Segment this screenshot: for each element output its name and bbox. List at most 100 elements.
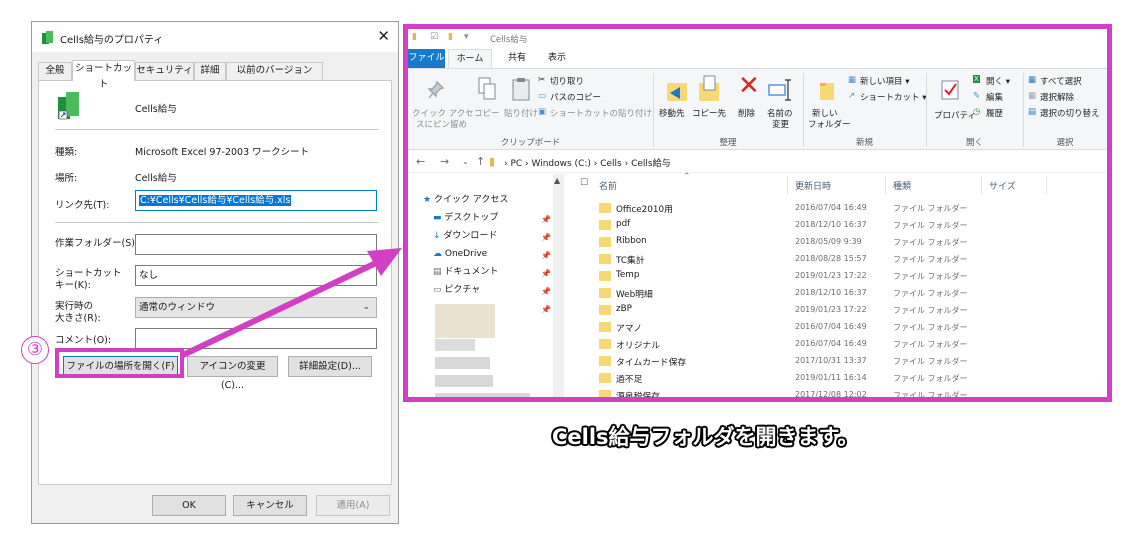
table-row[interactable]: Temp 2019/01/23 17:22 ファイル フォルダー bbox=[573, 268, 1107, 285]
change-icon-button[interactable]: アイコンの変更(C)... bbox=[187, 356, 278, 391]
new-folder-small-icon[interactable]: ▮ bbox=[448, 32, 453, 42]
select-none-button[interactable]: 選択解除 bbox=[1040, 91, 1074, 103]
row-name: タイムカード保存 bbox=[616, 358, 687, 368]
column-name[interactable]: 名前 bbox=[599, 179, 617, 192]
nav-item-quick-access[interactable]: ★ クイック アクセス bbox=[423, 191, 508, 209]
shortcut-button[interactable]: ショートカット ▾ bbox=[860, 91, 926, 103]
table-row[interactable]: タイムカード保存 2017/10/31 13:37 ファイル フォルダー bbox=[573, 353, 1107, 370]
file-list: ☐ 名前 ⌃ 更新日時 種類 サイズ Office2010用 2016/07/04… bbox=[573, 172, 1107, 397]
tab-home[interactable]: ホーム bbox=[448, 49, 492, 68]
nav-item-downloads[interactable]: ↓ ダウンロード bbox=[433, 227, 497, 245]
tab-details[interactable]: 詳細 bbox=[194, 62, 226, 80]
folder-icon bbox=[599, 356, 611, 366]
target-label: リンク先(T): bbox=[55, 200, 110, 211]
forward-arrow-icon[interactable]: → bbox=[440, 155, 449, 168]
table-row[interactable]: アマノ 2016/07/04 16:49 ファイル フォルダー bbox=[573, 319, 1107, 336]
customize-qat-icon[interactable]: ▾ bbox=[464, 32, 469, 42]
cut-button[interactable]: 切り取り bbox=[550, 75, 584, 87]
paste-button[interactable]: 貼り付け bbox=[504, 107, 538, 119]
row-date: 2019/01/23 17:22 bbox=[795, 271, 867, 280]
table-row[interactable]: pdf 2018/12/10 16:37 ファイル フォルダー bbox=[573, 217, 1107, 234]
row-type: ファイル フォルダー bbox=[893, 204, 968, 213]
folder-icon bbox=[599, 254, 611, 264]
tab-view[interactable]: 表示 bbox=[540, 49, 574, 68]
comment-field[interactable] bbox=[135, 328, 377, 349]
column-type[interactable]: 種類 bbox=[893, 179, 911, 192]
breadcrumb-drive[interactable]: Windows (C:) bbox=[532, 159, 591, 169]
tab-general[interactable]: 全般 bbox=[38, 62, 72, 80]
breadcrumb[interactable]: › PC › Windows (C:) › Cells › Cells給与 bbox=[504, 156, 671, 169]
new-folder-label-2[interactable]: フォルダー bbox=[808, 118, 851, 130]
column-size[interactable]: サイズ bbox=[989, 179, 1016, 192]
scroll-up-icon[interactable]: ▲ bbox=[554, 176, 560, 185]
download-icon: ↓ bbox=[433, 231, 441, 241]
pin-quick-access-label-2[interactable]: スにピン留め bbox=[416, 118, 467, 130]
run-size-select[interactable]: 通常のウィンドウ ⌄ bbox=[135, 297, 377, 318]
rename-label-2[interactable]: 変更 bbox=[772, 118, 789, 130]
nav-item-documents[interactable]: ▤ ドキュメント bbox=[433, 263, 498, 281]
copy-to-icon bbox=[699, 75, 719, 101]
table-row[interactable]: zBP 2019/01/23 17:22 ファイル フォルダー bbox=[573, 302, 1107, 319]
picture-icon: ▭ bbox=[433, 285, 442, 295]
paste-shortcut-button[interactable]: ショートカットの貼り付け bbox=[550, 107, 652, 119]
breadcrumb-pc[interactable]: PC bbox=[510, 159, 522, 169]
tab-previous-versions[interactable]: 以前のバージョン bbox=[226, 62, 323, 80]
tab-shortcut[interactable]: ショートカット bbox=[72, 60, 135, 90]
apply-button[interactable]: 適用(A) bbox=[316, 495, 390, 516]
tab-share[interactable]: 共有 bbox=[500, 49, 534, 68]
excel-icon: X bbox=[973, 75, 980, 83]
column-divider bbox=[1046, 176, 1047, 194]
select-all-button[interactable]: すべて選択 bbox=[1040, 75, 1082, 87]
close-icon[interactable]: ✕ bbox=[377, 27, 390, 45]
edit-button[interactable]: 編集 bbox=[986, 91, 1003, 103]
copy-button[interactable]: コピー bbox=[474, 107, 500, 119]
breadcrumb-cells[interactable]: Cells bbox=[600, 159, 622, 169]
dialog-title: Cells給与のプロパティ bbox=[60, 35, 164, 46]
table-row[interactable]: オリジナル 2016/07/04 16:49 ファイル フォルダー bbox=[573, 336, 1107, 353]
nav-label: ダウンロード bbox=[443, 231, 498, 241]
workdir-field[interactable] bbox=[135, 234, 377, 255]
shortcut-key-field[interactable]: なし bbox=[135, 265, 377, 286]
target-field[interactable]: C:¥Cells¥Cells給与¥Cells給与.xls bbox=[135, 190, 377, 211]
ok-button[interactable]: OK bbox=[152, 495, 226, 516]
nav-item-pictures[interactable]: ▭ ピクチャ bbox=[433, 281, 480, 299]
copy-to-button[interactable]: コピー先 bbox=[692, 107, 726, 119]
run-size-value: 通常のウィンドウ bbox=[139, 302, 216, 313]
history-icon: ◷ bbox=[973, 107, 981, 117]
up-arrow-icon[interactable]: ↑ bbox=[476, 155, 485, 168]
explorer-window: ▮ ☑ ▮ ▾ Cells給与 ファイル ホーム 共有 表示 クイック アクセ … bbox=[403, 24, 1112, 402]
back-arrow-icon[interactable]: ← bbox=[416, 155, 425, 168]
delete-button[interactable]: 削除 bbox=[738, 107, 755, 119]
open-button[interactable]: 開く ▾ bbox=[986, 75, 1010, 87]
advanced-button[interactable]: 詳細設定(D)... bbox=[288, 356, 372, 377]
tab-file[interactable]: ファイル bbox=[408, 49, 445, 68]
history-button[interactable]: 履歴 bbox=[986, 107, 1003, 119]
select-all-icon: ▦ bbox=[1028, 75, 1037, 85]
row-date: 2018/12/10 16:37 bbox=[795, 220, 867, 229]
select-all-checkbox[interactable]: ☐ bbox=[580, 178, 588, 188]
table-row[interactable]: Ribbon 2018/05/09 9:39 ファイル フォルダー bbox=[573, 234, 1107, 251]
table-row[interactable]: Office2010用 2016/07/04 16:49 ファイル フォルダー bbox=[573, 200, 1107, 217]
table-row[interactable]: TC集計 2018/08/28 15:57 ファイル フォルダー bbox=[573, 251, 1107, 268]
row-name: Office2010用 bbox=[616, 205, 673, 215]
column-divider bbox=[787, 176, 788, 194]
tab-security[interactable]: セキュリティ bbox=[135, 62, 194, 80]
properties-button[interactable]: プロパティ bbox=[934, 109, 976, 121]
recent-chevron-icon[interactable]: ⌄ bbox=[462, 157, 469, 166]
table-row[interactable]: Web明細 2018/12/10 16:37 ファイル フォルダー bbox=[573, 285, 1107, 302]
nav-scrollbar[interactable]: ▲ bbox=[553, 174, 564, 397]
invert-selection-button[interactable]: 選択の切り替え bbox=[1040, 107, 1100, 119]
nav-item-onedrive[interactable]: ☁ OneDrive bbox=[433, 245, 487, 263]
cancel-button[interactable]: キャンセル bbox=[233, 495, 307, 516]
copy-path-button[interactable]: パスのコピー bbox=[550, 91, 601, 103]
column-date[interactable]: 更新日時 bbox=[795, 179, 831, 192]
address-bar[interactable]: ← → ⌄ ↑ ▮ › PC › Windows (C:) › Cells › … bbox=[408, 151, 1107, 173]
table-row[interactable]: 源泉税保存 2017/12/08 12:02 ファイル フォルダー bbox=[573, 387, 1107, 397]
table-row[interactable]: 過不足 2019/01/11 16:14 ファイル フォルダー bbox=[573, 370, 1107, 387]
move-to-button[interactable]: 移動先 bbox=[659, 107, 685, 119]
breadcrumb-cells-kyuyo[interactable]: Cells給与 bbox=[631, 159, 671, 169]
star-icon: ★ bbox=[423, 195, 432, 205]
nav-item-desktop[interactable]: ▬ デスクトップ bbox=[433, 209, 498, 227]
properties-small-icon[interactable]: ☑ bbox=[430, 32, 438, 42]
new-item-button[interactable]: 新しい項目 ▾ bbox=[860, 75, 909, 87]
